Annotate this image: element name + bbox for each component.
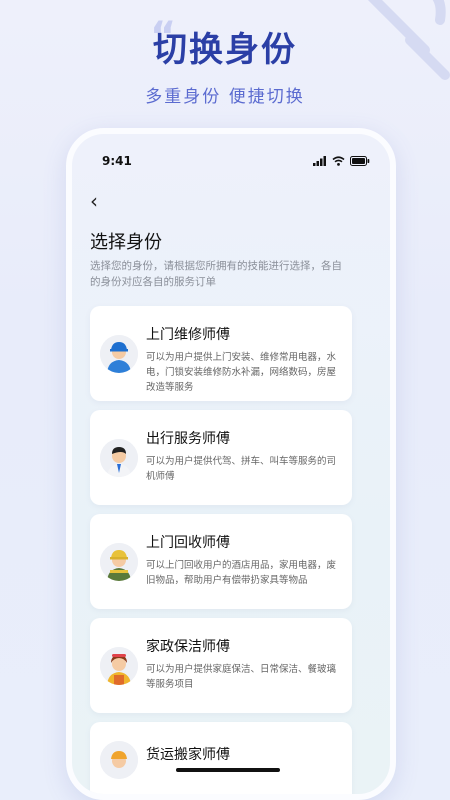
card-title: 上门回收师傅 — [146, 535, 230, 551]
card-title: 出行服务师傅 — [146, 431, 230, 447]
status-time: 9:41 — [102, 154, 132, 168]
card-description: 可以上门回收用户的酒店用品，家用电器，废旧物品，帮助用户有偿带扔家具等物品 — [146, 560, 337, 586]
driver-avatar-icon — [100, 438, 138, 477]
identity-card-cleaning[interactable]: 家政保洁师傅 可以为用户提供家庭保洁、日常保洁、餐玻璃等服务项目 — [90, 618, 352, 713]
hero-subtitle: 多重身份 便捷切换 — [145, 87, 305, 107]
battery-icon — [350, 156, 370, 166]
identity-card-travel[interactable]: 出行服务师傅 可以为用户提供代驾、拼车、叫车等服务的司机师傅 — [90, 410, 352, 505]
cellular-signal-icon — [313, 156, 326, 166]
wifi-icon — [332, 156, 345, 166]
repairman-avatar-icon — [100, 334, 138, 373]
back-icon[interactable]: ‹ — [90, 189, 98, 213]
page-title: 选择身份 — [90, 232, 162, 253]
cleaner-avatar-icon — [100, 646, 138, 685]
card-title: 货运搬家师傅 — [146, 747, 230, 763]
hero-title: 切换身份 — [153, 30, 297, 70]
home-indicator[interactable] — [176, 768, 280, 772]
phone-frame: 9:41 ‹ 选择身份 选择您的身份，请根据您所拥有的技能进行选择，各自的身份对… — [66, 128, 396, 800]
card-description: 可以为用户提供上门安装、维修常用电器，水电，门锁安装维修防水补漏，网络数码，房屋… — [146, 352, 337, 393]
page-description: 选择您的身份，请根据您所拥有的技能进行选择，各自的身份对应各自的服务订单 — [90, 260, 342, 288]
phone-screen: 9:41 ‹ 选择身份 选择您的身份，请根据您所拥有的技能进行选择，各自的身份对… — [72, 134, 390, 794]
identity-card-moving[interactable]: 货运搬家师傅 — [90, 722, 352, 794]
card-description: 可以为用户提供代驾、拼车、叫车等服务的司机师傅 — [146, 456, 337, 482]
card-description: 可以为用户提供家庭保洁、日常保洁、餐玻璃等服务项目 — [146, 664, 337, 690]
identity-card-recycle[interactable]: 上门回收师傅 可以上门回收用户的酒店用品，家用电器，废旧物品，帮助用户有偿带扔家… — [90, 514, 352, 609]
identity-card-repair[interactable]: 上门维修师傅 可以为用户提供上门安装、维修常用电器，水电，门锁安装维修防水补漏，… — [90, 306, 352, 401]
card-title: 家政保洁师傅 — [146, 639, 230, 655]
recycler-avatar-icon — [100, 542, 138, 581]
status-icons — [313, 156, 370, 166]
mover-avatar-icon — [100, 741, 138, 779]
card-title: 上门维修师傅 — [146, 327, 230, 343]
